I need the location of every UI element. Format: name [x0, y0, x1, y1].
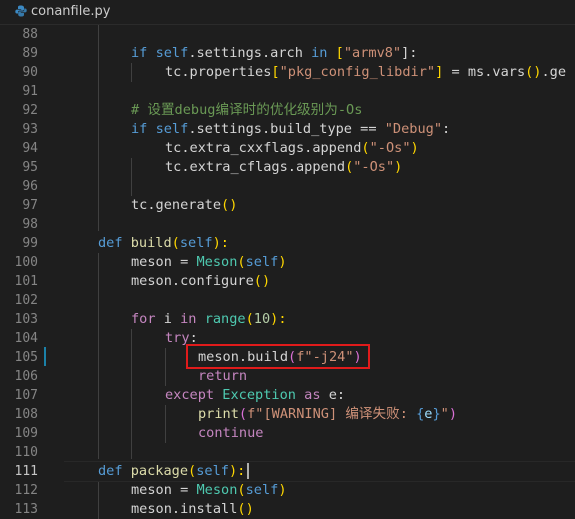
- code-line-111[interactable]: def package(self):: [98, 462, 245, 481]
- code-line-108[interactable]: print(f"[WARNING] 编译失败: {e}"): [198, 405, 457, 424]
- code-line-113[interactable]: meson.install(): [131, 500, 254, 519]
- line-number: 90: [22, 65, 38, 80]
- line-number: 99: [22, 236, 38, 251]
- line-number-active: 111: [14, 464, 38, 479]
- line-number: 95: [22, 160, 38, 175]
- line-number: 103: [14, 312, 38, 327]
- line-number: 93: [22, 122, 38, 137]
- code-line-97[interactable]: tc.generate(): [131, 196, 237, 215]
- code-line-112[interactable]: meson = Meson(self): [131, 481, 287, 500]
- line-number: 97: [22, 198, 38, 213]
- code-line-93[interactable]: if self.settings.build_type == "Debug":: [131, 120, 450, 139]
- indent-guide: [131, 158, 132, 196]
- line-number: 109: [14, 426, 38, 441]
- line-number: 106: [14, 369, 38, 384]
- line-number: 98: [22, 217, 38, 232]
- code-editor[interactable]: 88 89 90 91 92 93 94 95 96 97 98 99 100 …: [0, 25, 575, 519]
- line-number: 105: [14, 350, 38, 365]
- line-number: 101: [14, 274, 38, 289]
- editor-tab-bar: conanfile.py: [0, 0, 575, 25]
- line-number: 110: [14, 445, 38, 460]
- code-line-89[interactable]: if self.settings.arch in ["armv8"]:: [131, 44, 418, 63]
- code-line-94[interactable]: tc.extra_cxxflags.append("-Os"): [165, 139, 419, 158]
- indent-guide: [131, 63, 132, 82]
- line-number: 108: [14, 407, 38, 422]
- line-number: 113: [14, 502, 38, 517]
- line-number: 89: [22, 46, 38, 61]
- code-line-100[interactable]: meson = Meson(self): [131, 253, 287, 272]
- line-number: 91: [22, 84, 38, 99]
- text-cursor: [247, 463, 249, 479]
- indent-guide: [98, 253, 99, 459]
- code-line-107[interactable]: except Exception as e:: [165, 386, 345, 405]
- line-number: 100: [14, 255, 38, 270]
- code-line-90[interactable]: tc.properties["pkg_config_libdir"] = ms.…: [165, 63, 566, 82]
- code-line-101[interactable]: meson.configure(): [131, 272, 270, 291]
- line-number: 104: [14, 331, 38, 346]
- indent-guide: [165, 348, 166, 386]
- indent-guide: [98, 481, 99, 519]
- tab-filename: conanfile.py: [31, 4, 111, 19]
- code-line-95[interactable]: tc.extra_cflags.append("-Os"): [165, 158, 402, 177]
- modified-line-marker: [44, 347, 46, 366]
- line-number: 102: [14, 293, 38, 308]
- code-line-99[interactable]: def build(self):: [98, 234, 229, 253]
- line-number: 94: [22, 141, 38, 156]
- indent-guide: [131, 329, 132, 459]
- indent-guide: [98, 25, 99, 231]
- line-number: 107: [14, 388, 38, 403]
- line-number: 92: [22, 103, 38, 118]
- line-number: 88: [22, 27, 38, 42]
- line-number: 96: [22, 179, 38, 194]
- code-line-103[interactable]: for i in range(10):: [131, 310, 287, 329]
- python-file-icon: [15, 5, 27, 17]
- code-line-106[interactable]: return: [198, 367, 247, 386]
- indent-guide: [165, 405, 166, 443]
- annotation-red-box: [186, 344, 370, 369]
- line-number: 112: [14, 483, 38, 498]
- code-comment[interactable]: # 设置debug编译时的优化级别为-Os: [131, 101, 362, 120]
- code-line-109[interactable]: continue: [198, 424, 263, 443]
